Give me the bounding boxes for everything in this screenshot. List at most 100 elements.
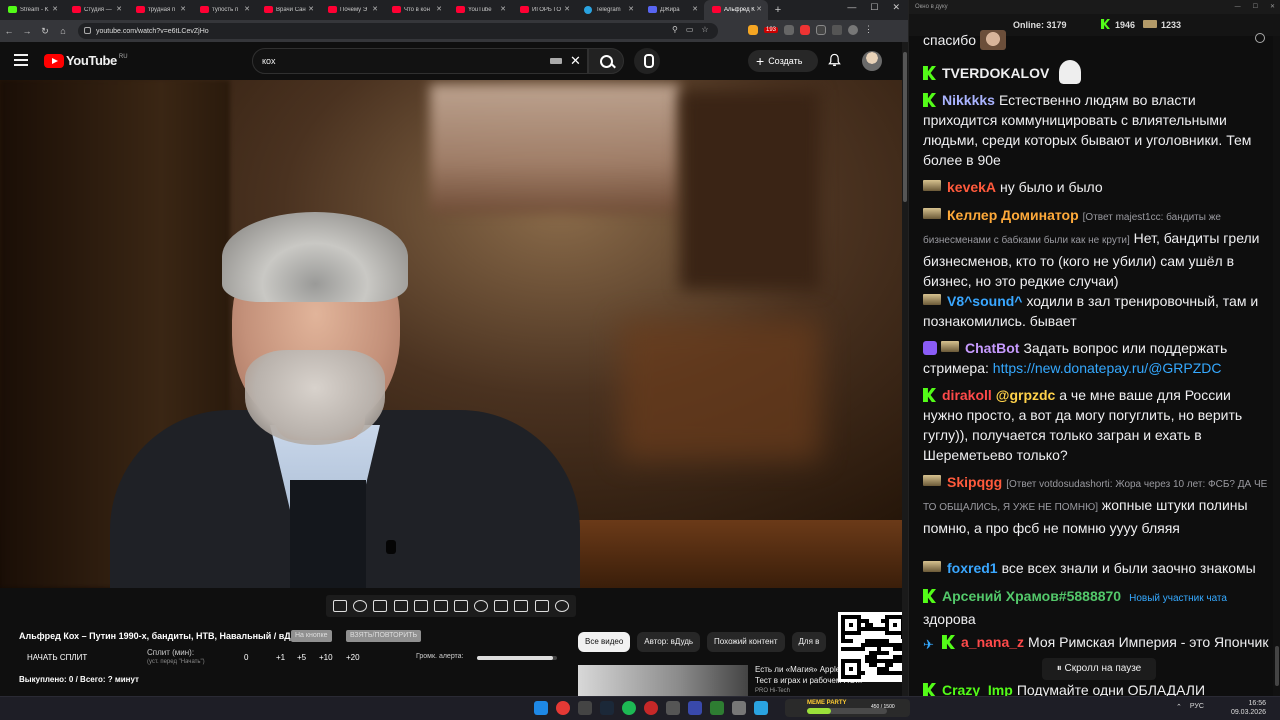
youtube-logo[interactable]: YouTube RU <box>44 53 128 68</box>
back-icon[interactable]: ← <box>0 26 18 36</box>
chat-username[interactable]: kevekA <box>947 179 996 195</box>
create-button[interactable]: + Создать <box>748 50 818 72</box>
close-tab-icon[interactable]: ✕ <box>500 5 506 13</box>
split-value-button[interactable]: +20 <box>346 653 360 662</box>
chat-username[interactable]: Skipqgg <box>947 474 1002 490</box>
browser-tab[interactable]: Stream - K ✕ <box>0 0 64 20</box>
chat-username[interactable]: foxred1 <box>947 560 998 576</box>
browser-tab[interactable]: тупость п ✕ <box>192 0 256 20</box>
clock[interactable]: 16:56 09.03.2026 <box>1226 699 1266 717</box>
alert-volume-slider[interactable] <box>477 656 557 660</box>
close-tab-icon[interactable]: ✕ <box>756 5 762 13</box>
loop-icon[interactable] <box>333 600 348 612</box>
grid-icon[interactable] <box>454 600 469 612</box>
site-info-icon[interactable] <box>84 27 91 34</box>
tray-expand-icon[interactable]: ⌃ <box>1176 703 1182 711</box>
browser-tab[interactable]: ИГОРЬ ГО ✕ <box>512 0 576 20</box>
zoom-icon[interactable]: ⚲ <box>672 25 678 34</box>
url-input[interactable]: youtube.com/watch?v=e6tLCevZjHo <box>78 23 718 39</box>
chat-username[interactable]: a_nana_z <box>961 634 1024 650</box>
close-icon[interactable]: ✕ <box>892 2 900 13</box>
filter-chip[interactable]: Автор: вДудь <box>637 632 701 652</box>
chat-username[interactable]: Crazy_Imp <box>942 682 1013 696</box>
filter-chip[interactable]: Похожий контент <box>707 632 785 652</box>
close-tab-icon[interactable]: ✕ <box>244 5 250 13</box>
extensions-puzzle-icon[interactable] <box>816 24 827 35</box>
close-tab-icon[interactable]: ✕ <box>692 5 698 13</box>
flask-icon[interactable] <box>534 600 549 612</box>
pip-icon[interactable] <box>413 600 428 612</box>
telegram-icon[interactable] <box>754 701 768 715</box>
filter-chip[interactable]: Для в <box>791 632 827 652</box>
browser-tab[interactable]: Студия — ✕ <box>64 0 128 20</box>
chat-username[interactable]: V8^sound^ <box>947 293 1022 309</box>
maximize-icon[interactable]: ☐ <box>870 2 878 13</box>
close-tab-icon[interactable]: ✕ <box>308 5 314 13</box>
minimize-icon[interactable]: — <box>1235 0 1241 14</box>
chat-username[interactable]: Келлер Доминатор <box>947 207 1079 223</box>
filter-chip[interactable]: Все видео <box>578 632 631 652</box>
app-icon[interactable] <box>710 701 724 715</box>
app-icon[interactable] <box>666 701 680 715</box>
forward-icon[interactable]: → <box>18 26 36 36</box>
browser-tab[interactable]: Telegram ✕ <box>576 0 640 20</box>
account-avatar[interactable] <box>862 51 882 71</box>
chat-username[interactable]: TVERDOKALOV <box>942 65 1049 81</box>
settings-gear-icon[interactable] <box>554 600 569 612</box>
chat-username[interactable]: Арсений Храмов#5888870 <box>942 588 1121 604</box>
close-tab-icon[interactable]: ✕ <box>564 5 570 13</box>
split-value-button[interactable]: +10 <box>319 653 333 662</box>
profile-icon[interactable] <box>848 24 859 35</box>
browser-tab[interactable]: Что в кон ✕ <box>384 0 448 20</box>
start-split-button[interactable]: НАЧАТЬ СПЛИТ <box>27 653 87 662</box>
speed-icon[interactable] <box>474 600 489 612</box>
chat-link[interactable]: https://new.donatepay.ru/@GRPZDC <box>993 360 1222 376</box>
sidebar-icon[interactable] <box>832 24 843 35</box>
badge-label[interactable]: На кнопке <box>291 630 332 642</box>
minimize-icon[interactable]: — <box>847 2 856 13</box>
scroll-paused-button[interactable]: ⏸ Скролл на паузе <box>1042 658 1156 680</box>
browser-tab[interactable]: Альфред К ✕ <box>704 0 768 20</box>
voice-search-button[interactable] <box>634 48 660 74</box>
close-tab-icon[interactable]: ✕ <box>436 5 442 13</box>
badge-action[interactable]: ВЗЯТЬ/ПОВТОРИТЬ <box>346 630 422 642</box>
close-tab-icon[interactable]: ✕ <box>180 5 186 13</box>
chrome-icon[interactable] <box>556 701 570 715</box>
browser-tab[interactable]: YouTube ✕ <box>448 0 512 20</box>
close-tab-icon[interactable]: ✕ <box>372 5 378 13</box>
clear-search-icon[interactable]: ✕ <box>570 53 581 69</box>
close-icon[interactable]: ✕ <box>1270 0 1275 14</box>
split-value-button[interactable]: 0 <box>244 653 248 662</box>
app-icon[interactable] <box>732 701 746 715</box>
home-icon[interactable]: ⌂ <box>54 26 72 36</box>
split-value-button[interactable]: +5 <box>297 653 306 662</box>
film-icon[interactable] <box>393 600 408 612</box>
close-tab-icon[interactable]: ✕ <box>116 5 122 13</box>
close-tab-icon[interactable]: ✕ <box>628 5 634 13</box>
explorer-icon[interactable] <box>578 701 592 715</box>
reload-icon[interactable]: ↻ <box>36 26 54 37</box>
screenshot-icon[interactable] <box>373 600 388 612</box>
bookmark-star-icon[interactable]: ☆ <box>701 25 708 34</box>
audio-icon[interactable] <box>353 600 368 612</box>
language-indicator[interactable]: РУС <box>1190 703 1204 711</box>
chat-mention[interactable]: @grpzdc <box>996 387 1056 403</box>
extension-icon[interactable] <box>748 24 758 35</box>
maximize-icon[interactable]: ☐ <box>1253 0 1258 14</box>
recommended-video-title[interactable]: Есть ли «Магия» Apple? <box>755 665 840 674</box>
meme-party-widget[interactable]: MEME PARTY 450 / 1500 <box>785 699 910 717</box>
camera-icon[interactable] <box>514 600 529 612</box>
browser-tab[interactable]: Почему Э ✕ <box>320 0 384 20</box>
menu-icon[interactable] <box>14 54 28 66</box>
browser-tab[interactable]: трудная п ✕ <box>128 0 192 20</box>
discord-icon[interactable] <box>688 701 702 715</box>
browser-tab[interactable]: Врачи Сан ✕ <box>256 0 320 20</box>
stats-icon[interactable] <box>494 600 509 612</box>
notifications-bell-icon[interactable] <box>828 53 841 67</box>
obs-icon[interactable] <box>644 701 658 715</box>
windows-start-icon[interactable] <box>534 701 548 715</box>
close-tab-icon[interactable]: ✕ <box>52 5 58 13</box>
cinema-icon[interactable] <box>433 600 448 612</box>
recommended-video-thumbnail[interactable] <box>578 665 748 696</box>
chat-scrollbar[interactable] <box>1273 36 1280 696</box>
